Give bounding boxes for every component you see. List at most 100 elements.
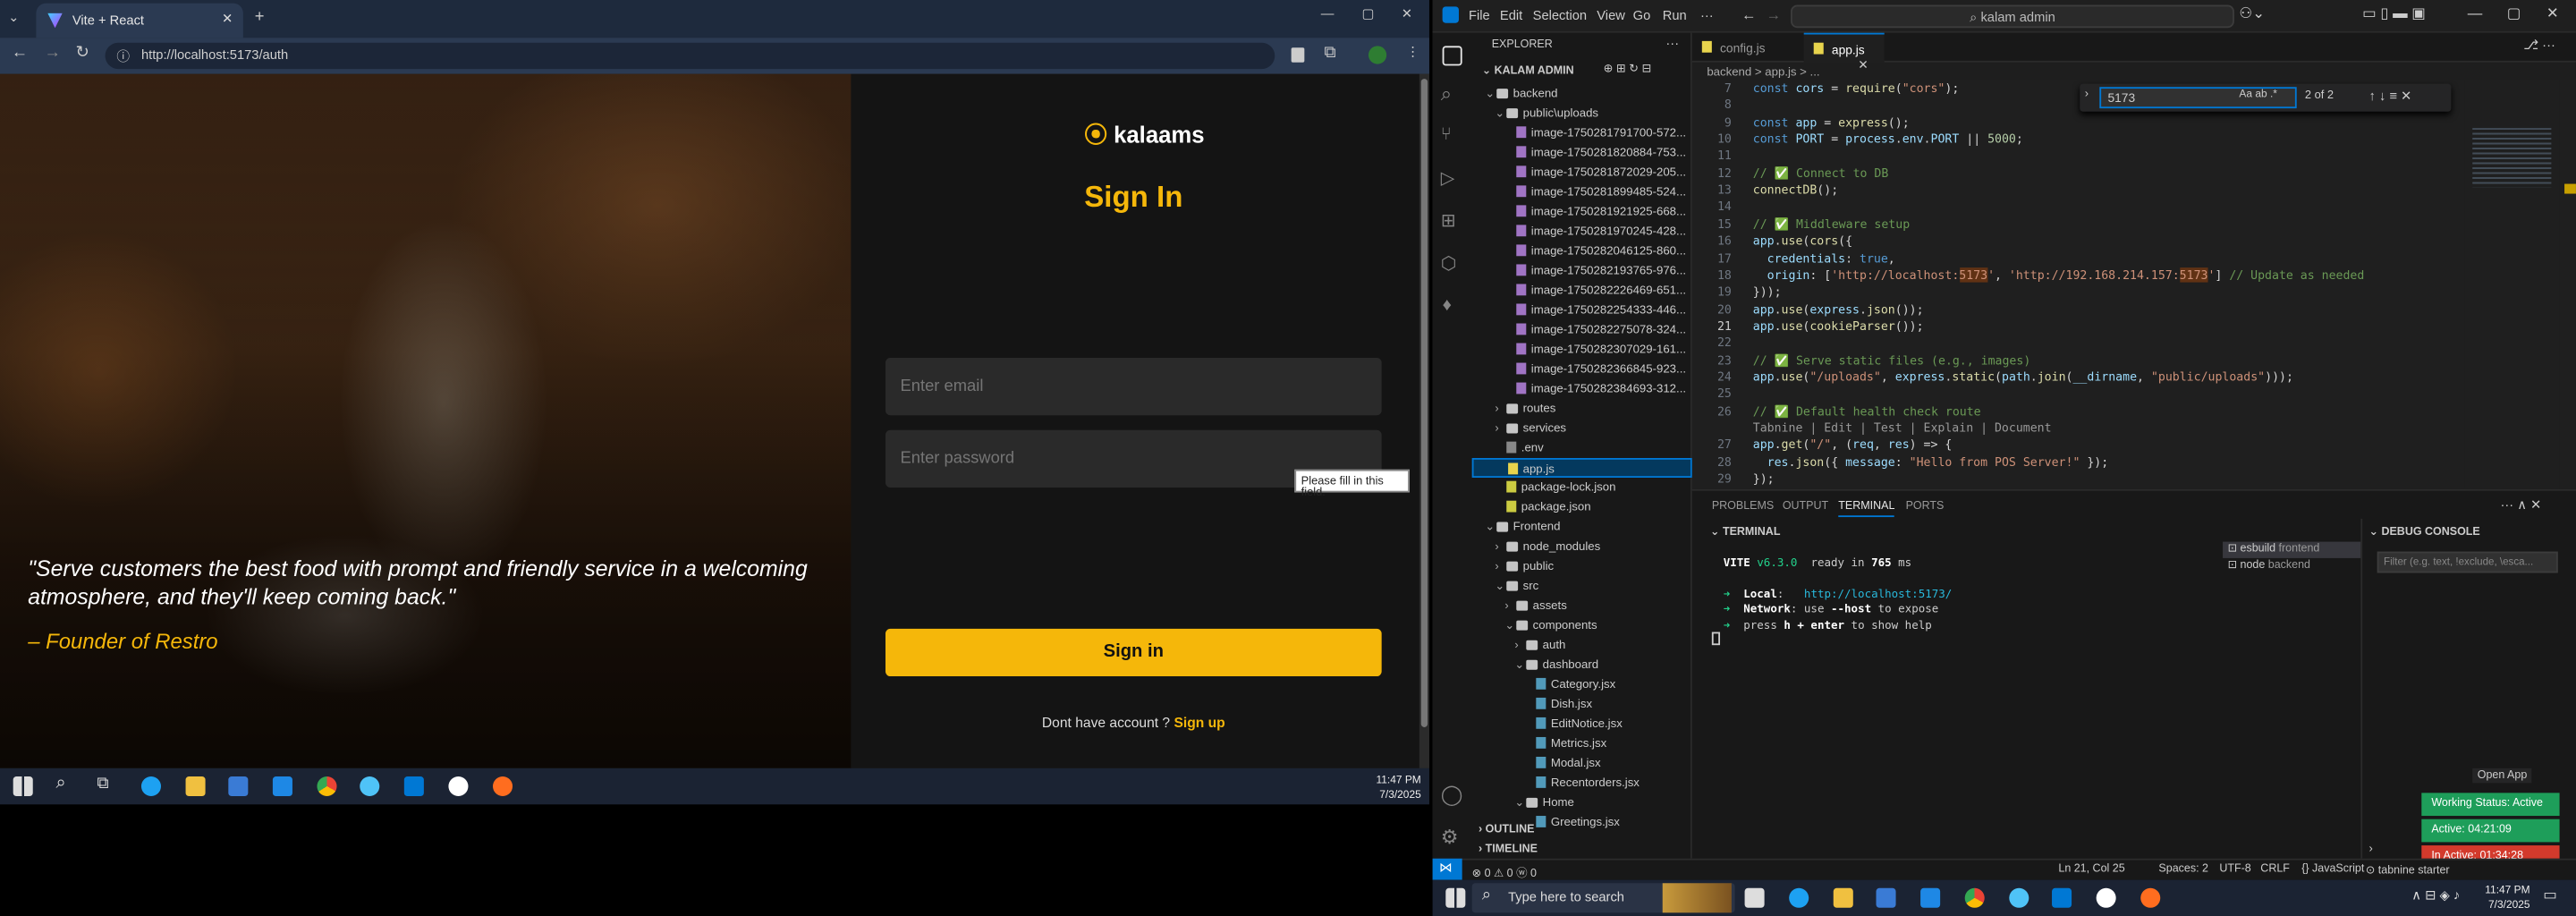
file-item[interactable]: image-1750281820884-753... [1472,143,1692,163]
remote-indicator[interactable]: ⋈ [1432,858,1462,880]
windows-start-icon[interactable] [1445,887,1466,908]
file-item[interactable]: Category.jsx [1472,674,1692,694]
file-item[interactable]: image-1750282366845-923... [1472,360,1692,379]
notifications-icon[interactable]: ▭ [2543,886,2557,904]
folder-item[interactable]: ⌄ public\uploads [1472,104,1692,123]
more-menu-icon[interactable]: ⋮ [1406,45,1419,60]
file-item[interactable]: Recentorders.jsx [1472,773,1692,793]
language-status[interactable]: {} JavaScript [2301,863,2364,875]
toggle-replace-icon[interactable]: › [2085,89,2089,100]
panel-tab-output[interactable]: OUTPUT [1783,501,1828,513]
code-line[interactable]: app.use(express.json()); [1753,301,1924,317]
menu-item-file[interactable]: File [1469,8,1490,23]
app-icon[interactable] [360,776,380,797]
encoding-status[interactable]: UTF-8 [2219,863,2250,875]
file-explorer-icon[interactable] [1833,887,1853,908]
folder-item[interactable]: ⌄ components [1472,615,1692,635]
breadcrumb[interactable]: backend > app.js > ... [1707,64,1819,80]
mail-icon[interactable] [272,776,292,797]
terminal-session[interactable]: ⊡ esbuild frontend [2223,541,2361,558]
file-item[interactable]: package-lock.json [1472,478,1692,497]
file-item[interactable]: image-1750282275078-324... [1472,320,1692,340]
postman-icon[interactable] [2140,887,2161,908]
mail-icon[interactable] [1920,887,1941,908]
file-explorer-icon[interactable] [185,776,206,797]
file-item[interactable]: image-1750282307029-161... [1472,340,1692,360]
tabnine-status[interactable]: ⊙ tabnine starter [2366,863,2450,877]
find-nav-icons[interactable]: ↑ ↓ ≡ ✕ [2369,89,2412,104]
file-item[interactable]: Modal.jsx [1472,753,1692,773]
folder-item[interactable]: ⌄ Frontend [1472,517,1692,537]
mongodb-icon[interactable]: ♦ [1443,295,1452,315]
split-editor-icons[interactable]: ⎇ ··· [2523,38,2555,53]
file-item[interactable]: image-1750281970245-428... [1472,222,1692,242]
app-icon[interactable] [2009,887,2029,908]
system-tray-icons[interactable]: ∧ ⊟ ◈ ♪ [2411,888,2460,903]
maximize-icon[interactable]: ▢ [1362,6,1375,21]
avatar[interactable] [1368,46,1387,64]
reload-icon[interactable]: ↻ [75,45,89,63]
expand-chevron-icon[interactable]: › [2369,844,2373,855]
code-line[interactable]: credentials: true, [1753,250,1895,266]
file-item[interactable]: image-1750281899485-524... [1472,182,1692,202]
search-icon[interactable]: ⌕ [1441,82,1452,107]
account-icon[interactable]: ◯ [1441,783,1463,806]
workspace-root[interactable]: ⌄ KALAM ADMIN [1482,64,1574,77]
chrome-icon[interactable] [317,776,337,797]
chrome-icon[interactable] [1964,887,1985,908]
indent-status[interactable]: Spaces: 2 [2158,863,2208,875]
folder-item[interactable]: ⌄ Home [1472,793,1692,812]
minimize-icon[interactable]: — [1321,6,1335,21]
code-line[interactable]: app.use(cookieParser()); [1753,318,1924,334]
file-item[interactable]: .env [1472,438,1692,458]
extensions-icon[interactable]: ⊞ [1441,210,1456,232]
source-control-icon[interactable]: ⑂ [1441,124,1452,144]
code-line[interactable]: })); [1753,284,1782,300]
reading-list-icon[interactable] [1291,47,1305,63]
code-line[interactable]: // ✅ Connect to DB [1753,165,1889,181]
maximize-icon[interactable]: ▢ [2507,5,2521,23]
file-item[interactable]: image-1750281872029-205... [1472,163,1692,182]
find-options-icons[interactable]: Aa ab .* [2239,89,2277,100]
menu-item-run[interactable]: Run [1663,8,1687,23]
code-line[interactable]: origin: ['http://localhost:5173', 'http:… [1753,267,2364,283]
taskbar-search-box[interactable]: ⌕ Type here to search [1471,883,1735,913]
vscode-taskbar-icon[interactable] [2052,887,2072,908]
file-item[interactable]: Metrics.jsx [1472,734,1692,753]
file-item[interactable]: image-1750282384693-312... [1472,379,1692,399]
code-line[interactable]: }); [1753,471,1775,487]
windows-start-icon[interactable] [13,776,33,797]
store-icon[interactable] [228,776,249,797]
outline-section[interactable]: › OUTLINE [1479,824,1534,835]
open-app-button[interactable]: Open App [2472,768,2532,784]
sign-up-link[interactable]: Sign up [1174,714,1224,730]
code-line[interactable]: app.get("/", (req, res) => { [1753,437,1953,453]
tab-list-chevron-icon[interactable]: ⌄ [8,10,19,25]
problems-status[interactable]: ⊗ 0 ⚠ 0 ⓦ 0 [1472,863,1537,880]
folder-item[interactable]: › services [1472,419,1692,438]
explorer-icon[interactable] [1442,46,1462,66]
file-item[interactable]: image-1750281921925-668... [1472,202,1692,222]
cursor-position[interactable]: Ln 21, Col 25 [2058,863,2124,875]
explorer-more-icon[interactable]: ··· [1665,36,1679,51]
taskbar-clock[interactable]: 11:47 PM 7/3/2025 [1355,773,1421,802]
file-item[interactable]: EditNotice.jsx [1472,714,1692,734]
taskbar-clock[interactable]: 11:47 PM 7/3/2025 [2464,883,2529,912]
folder-item[interactable]: ⌄ src [1472,576,1692,596]
file-item[interactable]: Dish.jsx [1472,694,1692,714]
page-scrollbar[interactable] [1419,73,1429,768]
edge-icon[interactable] [140,776,161,797]
layout-icons[interactable]: ▭ ▯ ▬ ▣ [2362,5,2426,23]
scrollbar-thumb[interactable] [1420,79,1428,727]
postman-icon[interactable] [493,776,513,797]
menu-item-[interactable]: ··· [1700,8,1714,23]
task-view-icon[interactable] [1744,887,1765,908]
folder-item[interactable]: › routes [1472,399,1692,419]
menu-item-go[interactable]: Go [1633,8,1651,23]
menu-item-edit[interactable]: Edit [1500,8,1522,23]
close-tab-icon[interactable]: ✕ [222,12,233,27]
minimap[interactable] [2464,79,2560,489]
explorer-actions-icons[interactable]: ⊕ ⊞ ↻ ⊟ [1604,63,1652,76]
timeline-section[interactable]: › TIMELINE [1479,844,1538,855]
file-item[interactable]: image-1750282254333-446... [1472,301,1692,320]
